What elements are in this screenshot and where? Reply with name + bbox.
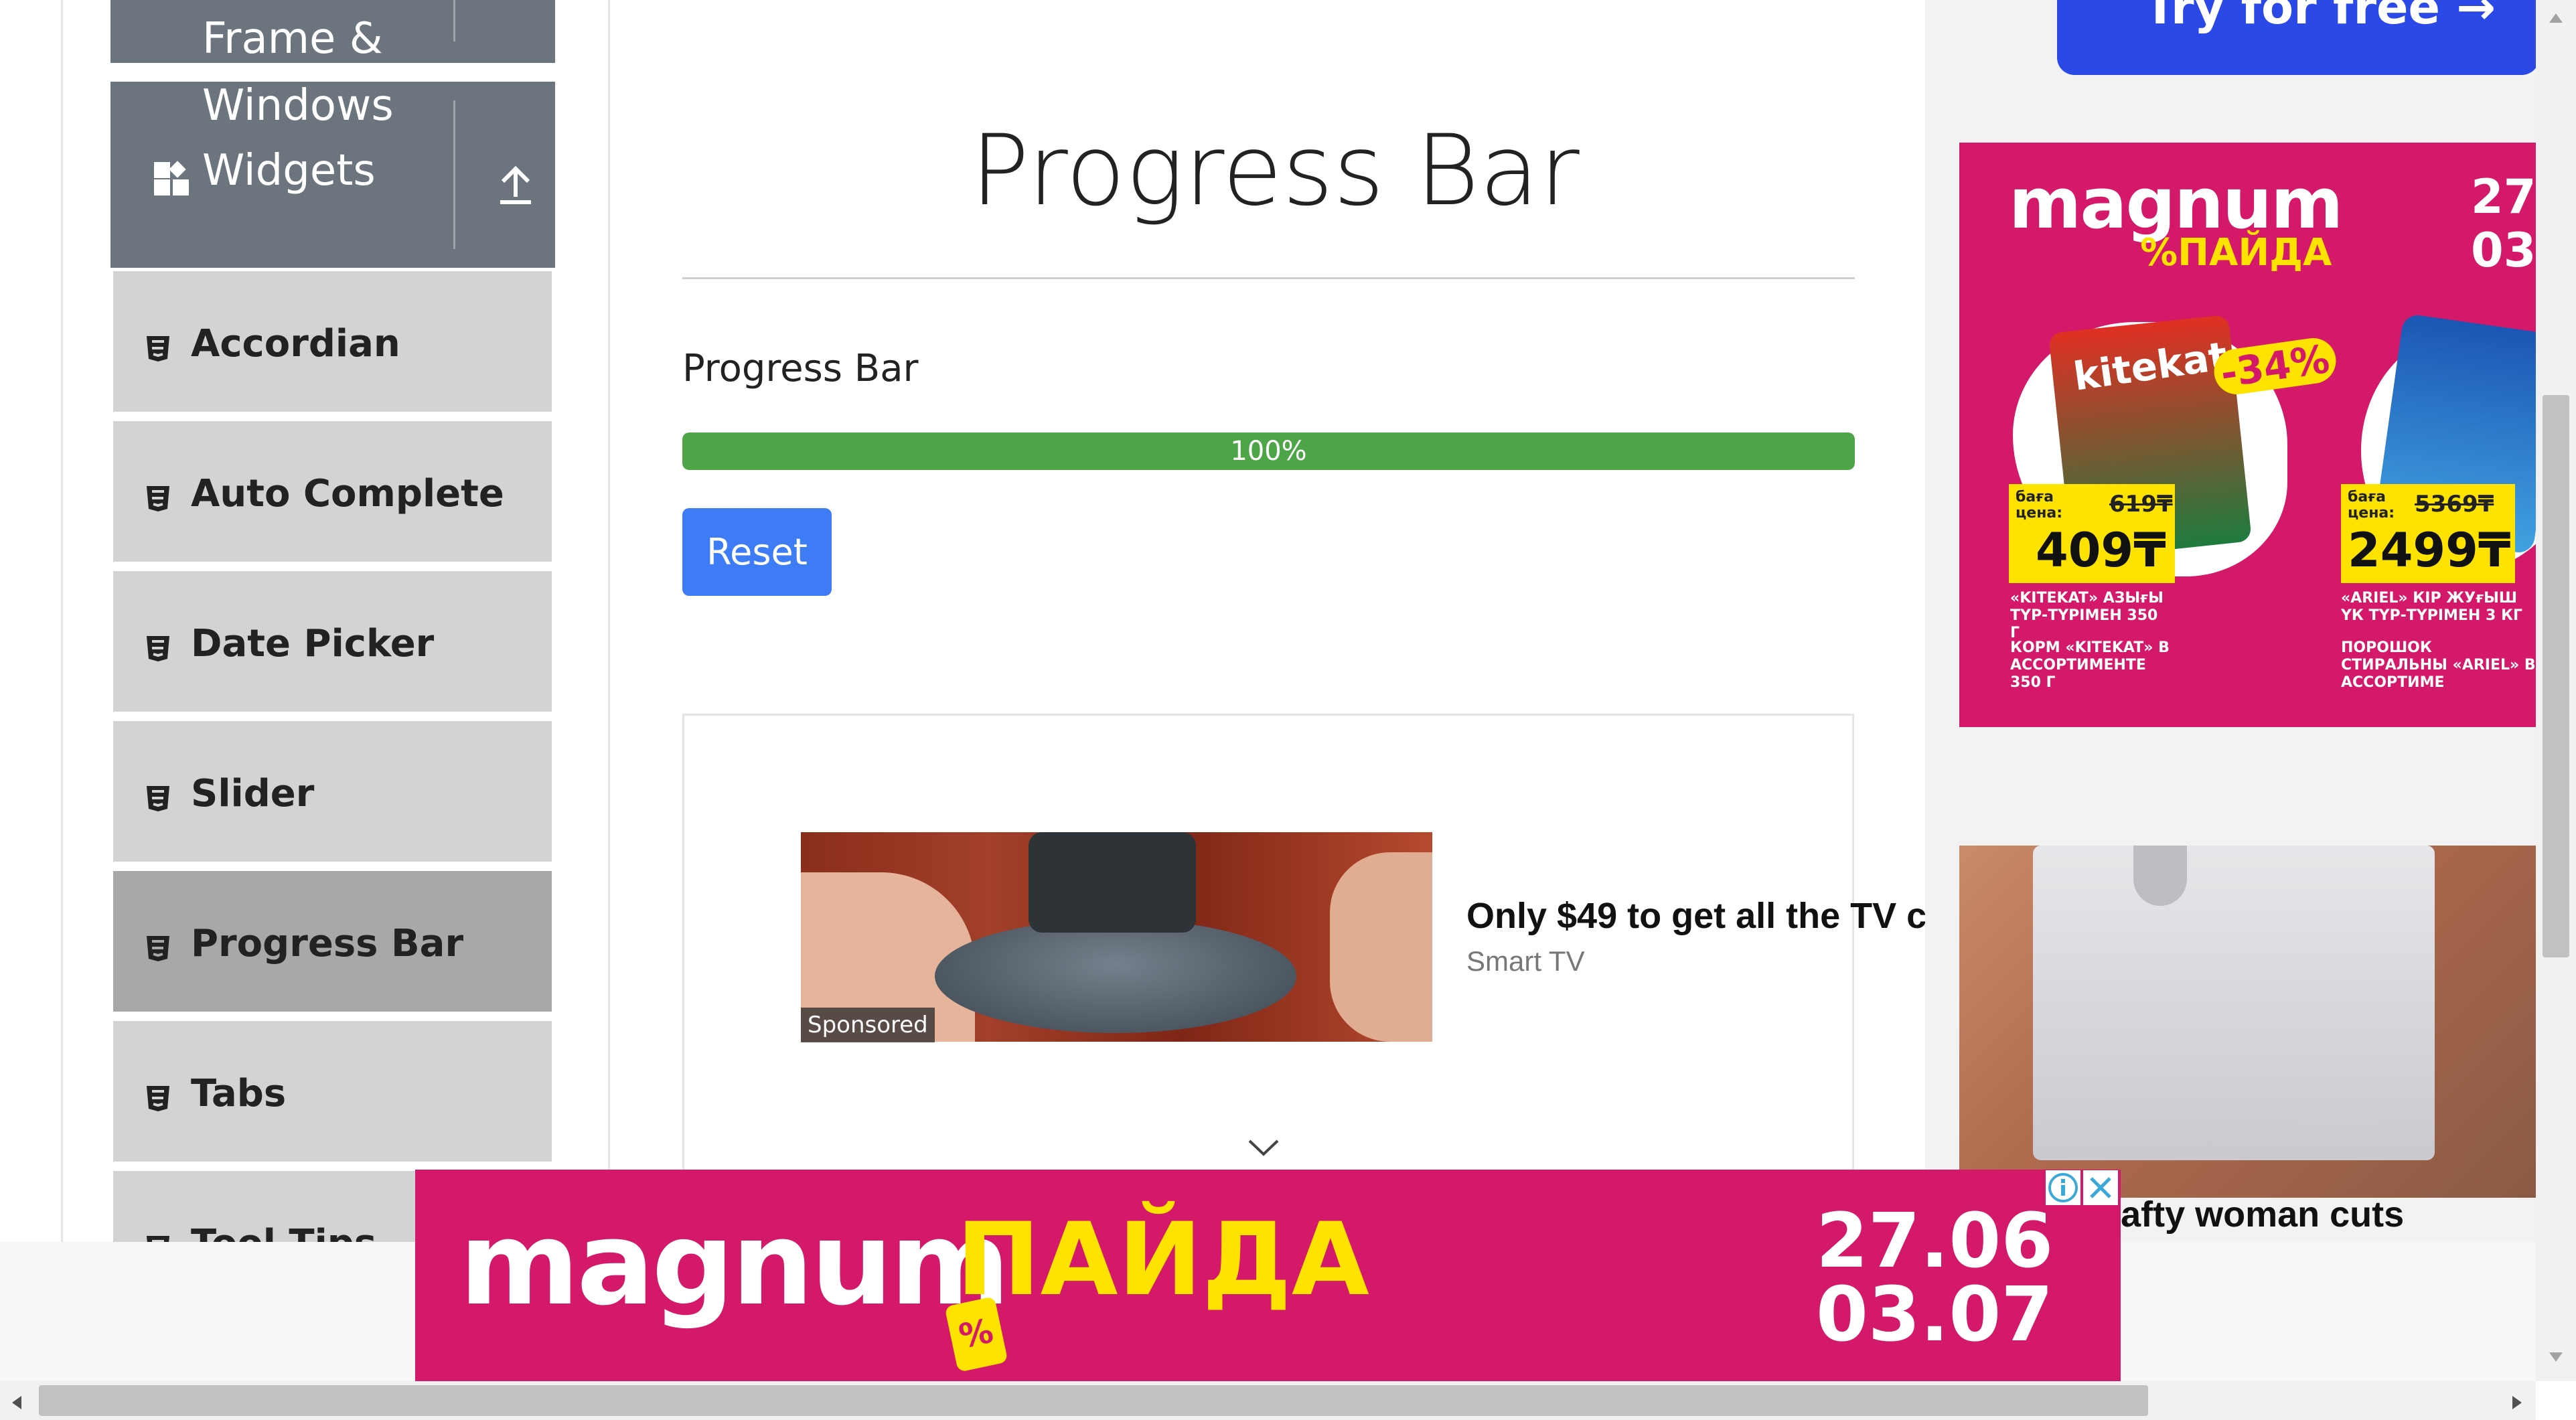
product2-price-tag: баға цена: 5369₸ 2499₸ [2341, 484, 2515, 583]
hdmi-plug-shape [1029, 832, 1196, 933]
html5-icon [145, 479, 171, 511]
product1-price-tag: баға цена: 619₸ 409₸ [2009, 484, 2175, 583]
scroll-down-arrow-icon[interactable] [2548, 1351, 2564, 1363]
title-divider [682, 277, 1855, 279]
breaker-ad-image[interactable] [1959, 846, 2536, 1198]
product1-desc-kz: «KITEKAT» АЗЫғЫ ТҮР-ТҮРІМЕН 350 Г [2010, 590, 2164, 641]
html5-icon [145, 629, 171, 661]
product1-old-price: 619₸ [2109, 491, 2173, 518]
chevron-down-icon[interactable] [1247, 1138, 1280, 1158]
sidebar-item-label: Auto Complete [191, 472, 504, 516]
html5-icon [145, 1079, 171, 1111]
reset-button-label: Reset [706, 531, 808, 573]
scroll-right-arrow-icon[interactable] [2511, 1395, 2523, 1411]
sidebar-item-date-picker[interactable]: Date Picker [113, 568, 552, 712]
product2-old-price: 5369₸ [2415, 491, 2494, 518]
html5-icon [145, 929, 171, 961]
product2-price-label: баға цена: [2348, 489, 2395, 522]
sidebar-category-divider [453, 0, 455, 42]
sidebar-item-label: Date Picker [191, 622, 435, 665]
sidebar-item-tabs[interactable]: Tabs [113, 1018, 552, 1162]
banner-logo-accent: ПАЙДА [956, 1202, 1369, 1318]
sidebar-item-label: Accordian [191, 322, 400, 366]
product2-desc-ru: ПОРОШОК СТИРАЛЬНЫ «ARIEL» В АССОРТИМЕ [2341, 639, 2536, 691]
bottom-banner-ad[interactable]: magnum ПАЙДА % 27.06 03.07 [415, 1170, 2121, 1381]
horizontal-scrollbar[interactable] [0, 1381, 2536, 1420]
product1-price-label: баға цена: [2016, 489, 2063, 522]
sidebar-item-progress-bar[interactable]: Progress Bar [113, 868, 552, 1012]
close-ad-icon[interactable] [2083, 1170, 2118, 1205]
try-for-free-label: Try for free → [2144, 0, 2496, 35]
progress-text: 100% [1230, 436, 1307, 467]
vertical-scroll-thumb[interactable] [2543, 395, 2569, 957]
collapse-arrow-icon[interactable] [492, 162, 539, 209]
sponsored-label: Sponsored [801, 1008, 935, 1042]
product1-desc-ru: КОРМ «KITEKAT» В АССОРТИМЕНТЕ 350 Г [2010, 639, 2170, 691]
banner-percent-tag-label: % [956, 1311, 997, 1356]
section-label: Progress Bar [682, 347, 919, 390]
device-shape [935, 919, 1296, 1033]
reset-button[interactable]: Reset [682, 508, 832, 596]
horizontal-scroll-thumb[interactable] [39, 1385, 2148, 1416]
product2-desc-kz: «ARIEL» КІР ЖУғЫШ ҮК ТҮР-ТҮРІМЕН 3 КГ [2341, 590, 2522, 624]
ad-headline[interactable]: Only $49 to get all the TV c [1466, 895, 1928, 942]
vertical-scrollbar[interactable] [2536, 0, 2576, 1381]
sidebar-item-label: Slider [191, 772, 315, 815]
content-left-border [608, 0, 610, 1242]
banner-date2: 03.07 [1816, 1271, 2054, 1358]
product2-price: 2499₸ [2348, 523, 2511, 578]
sidebar-category-frames-label: Frame & Windows [202, 14, 394, 131]
sidebar-item-auto-complete[interactable]: Auto Complete [113, 418, 552, 562]
adchoices-icon[interactable] [2046, 1170, 2080, 1205]
sidebar-item-slider[interactable]: Slider [113, 718, 552, 862]
scroll-left-arrow-icon[interactable] [11, 1395, 23, 1411]
page-title: Progress Bar [970, 114, 1580, 228]
date-end: 03. [2471, 223, 2536, 278]
breaker-notch [2133, 846, 2187, 906]
magnum-sub: %ПАЙДА [2140, 231, 2332, 274]
product1-price: 409₸ [2036, 523, 2166, 578]
scroll-up-arrow-icon[interactable] [2548, 12, 2564, 24]
sidebar-item-label: Tabs [191, 1072, 287, 1115]
sidebar-category-divider [453, 100, 455, 249]
sidebar-category-widgets-label: Widgets [202, 146, 376, 195]
magnum-ad-card[interactable]: magnum %ПАЙДА 27. 03. kitekat -34% баға … [1959, 143, 2536, 727]
sidebar-left-border [61, 0, 63, 1242]
sidebar-item-accordian[interactable]: Accordian [113, 268, 552, 412]
banner-magnum-logo: magnum [459, 1196, 1010, 1331]
hand-finger-shape [1330, 852, 1432, 1042]
try-for-free-button[interactable]: Try for free → [2057, 0, 2539, 75]
date-start: 27. [2471, 169, 2536, 224]
html5-icon [145, 779, 171, 811]
sidebar-item-label: Progress Bar [191, 922, 464, 965]
widgets-icon [153, 161, 190, 198]
html5-icon [145, 329, 171, 362]
breaker-shape [2033, 846, 2435, 1160]
ad-source: Smart TV [1466, 945, 1585, 977]
